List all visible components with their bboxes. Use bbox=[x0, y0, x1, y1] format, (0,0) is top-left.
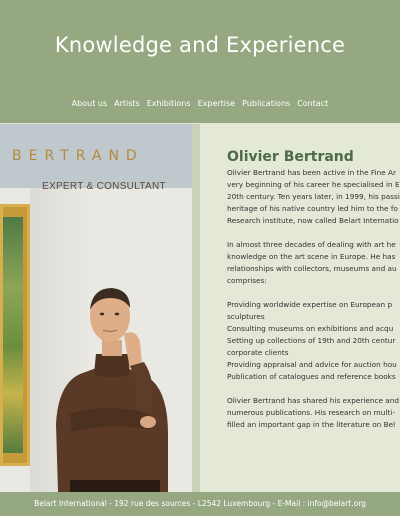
text-line: very beginning of his career he speciali… bbox=[227, 180, 400, 189]
list-item: Providing worldwide expertise on Europea… bbox=[227, 300, 393, 309]
main-nav: About us Artists Exhibitions Expertise P… bbox=[0, 99, 400, 108]
main-content: Olivier Bertrand Olivier Bertrand has be… bbox=[200, 124, 400, 492]
footer-contact: Belart International - 192 rue des sourc… bbox=[34, 499, 366, 508]
list-item: Consulting museums on exhibitions and ac… bbox=[227, 324, 394, 333]
brand-name: BERTRAND bbox=[12, 148, 144, 164]
nav-publications[interactable]: Publications bbox=[242, 99, 290, 108]
text-line: Olivier Bertrand has been active in the … bbox=[227, 168, 397, 177]
services-list: Providing worldwide expertise on Europea… bbox=[227, 299, 400, 383]
site-footer: Belart International - 192 rue des sourc… bbox=[0, 492, 400, 516]
nav-expertise[interactable]: Expertise bbox=[198, 99, 236, 108]
list-item: sculptures bbox=[227, 312, 265, 321]
column-divider bbox=[192, 124, 200, 492]
text-line: numerous publications. His research on m… bbox=[227, 408, 395, 417]
list-item: Publication of catalogues and reference … bbox=[227, 372, 396, 381]
text-line: In almost three decades of dealing with … bbox=[227, 240, 396, 249]
site-title: Knowledge and Experience bbox=[54, 33, 346, 57]
text-line: relationships with collectors, museums a… bbox=[227, 264, 397, 273]
bio-paragraph-1: Olivier Bertrand has been active in the … bbox=[227, 167, 400, 227]
text-line: heritage of his native country led him t… bbox=[227, 204, 398, 213]
bio-paragraph-2: In almost three decades of dealing with … bbox=[227, 239, 400, 287]
portrait-photo: BERTRAND EXPERT & CONSULTANT bbox=[0, 124, 193, 492]
text-line: Research institute, now called Belart In… bbox=[227, 216, 399, 225]
nav-contact[interactable]: Contact bbox=[297, 99, 328, 108]
nav-about-us[interactable]: About us bbox=[72, 99, 107, 108]
portrait-person bbox=[56, 288, 168, 492]
bio-paragraph-4: Olivier Bertrand has shared his experien… bbox=[227, 395, 400, 431]
nav-exhibitions[interactable]: Exhibitions bbox=[147, 99, 191, 108]
nav-artists[interactable]: Artists bbox=[114, 99, 140, 108]
list-item: Setting up collections of 19th and 20th … bbox=[227, 336, 396, 345]
text-line: filled an important gap in the literatur… bbox=[227, 420, 396, 429]
text-line: knowledge on the art scene in Europe. He… bbox=[227, 252, 396, 261]
bio-title: Olivier Bertrand bbox=[227, 149, 354, 165]
painting-frame bbox=[0, 204, 30, 466]
site-header: Knowledge and Experience About us Artist… bbox=[0, 0, 400, 123]
list-item: Providing appraisal and advice for aucti… bbox=[227, 360, 397, 369]
text-line: comprises: bbox=[227, 276, 267, 285]
list-item: corporate clients bbox=[227, 348, 289, 357]
painting-canvas bbox=[3, 217, 23, 453]
text-line: 20th century. Ten years later, in 1999, … bbox=[227, 192, 400, 201]
bio-section: Olivier Bertrand Olivier Bertrand has be… bbox=[227, 149, 400, 431]
text-line: Olivier Bertrand has shared his experien… bbox=[227, 396, 400, 405]
